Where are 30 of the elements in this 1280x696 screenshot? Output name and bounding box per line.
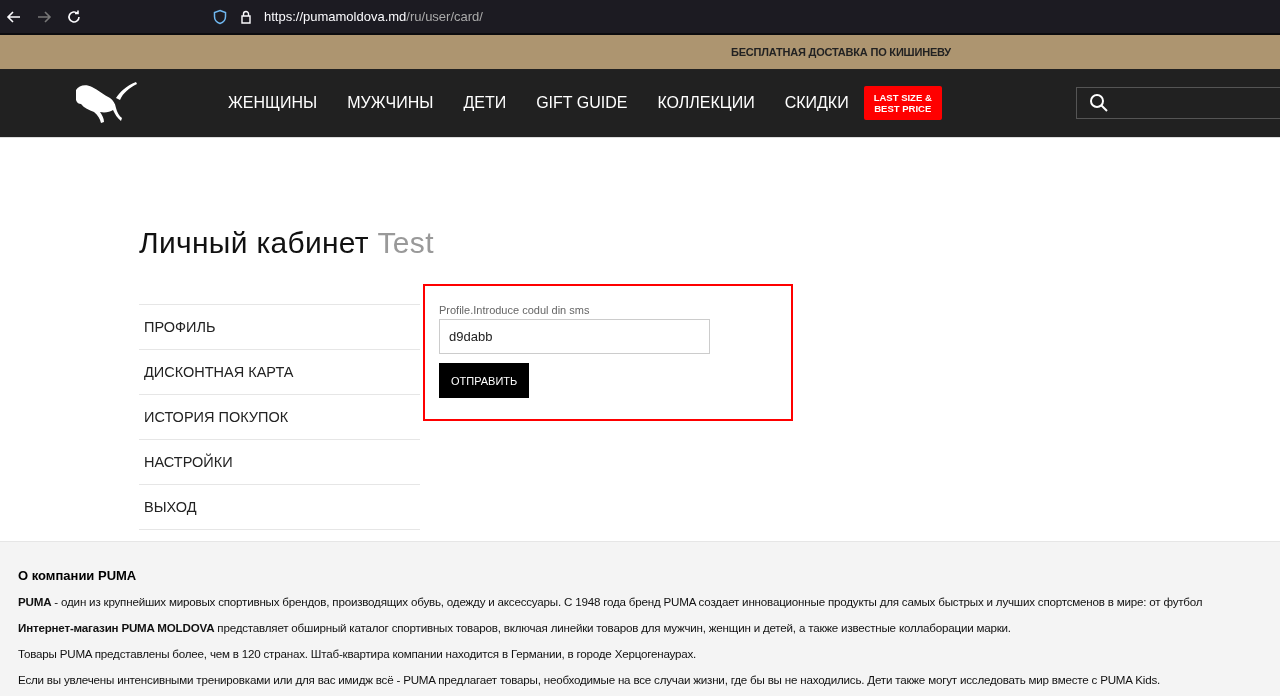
footer-paragraph: Если вы увлечены интенсивными тренировками или для вас имидж всё - PUMA предлагает товары, необходимые на все случаи жизни, где бы вы не находились. Дети также могут исследовать мир вместе с PUMA Kids.: [18, 673, 1162, 686]
footer-paragraph: Товары PUMA представлены более, чем в 120 странах. Штаб-квартира компании находится в Германии, в городе Херцогенаурах.: [18, 647, 698, 660]
nav-link[interactable]: ЖЕНЩИНЫ: [228, 94, 318, 112]
search-field[interactable]: [1076, 87, 1280, 119]
shield-icon: [212, 8, 228, 25]
sidebar-item[interactable]: ИСТОРИЯ ПОКУПОК: [139, 395, 420, 440]
sale-badge[interactable]: LAST SIZE & BEST PRICE: [863, 86, 942, 120]
sidebar-item[interactable]: ВЫХОД: [139, 485, 420, 530]
nav-link[interactable]: МУЖЧИНЫ: [347, 94, 434, 112]
lock-icon: [238, 8, 254, 25]
nav-link[interactable]: СКИДКИ: [784, 94, 849, 112]
search-icon: [1089, 93, 1109, 113]
sidebar-item[interactable]: ДИСКОНТНАЯ КАРТА: [139, 350, 420, 395]
nav-link[interactable]: КОЛЛЕКЦИИ: [657, 94, 755, 112]
back-arrow-icon[interactable]: [6, 8, 22, 25]
nav-link[interactable]: GIFT GUIDE: [536, 94, 628, 112]
footer-title: О компании PUMA: [18, 568, 138, 583]
footer-paragraph: PUMA - один из крупнейших мировых спортивных брендов, производящих обувь, одежду и аксессуары. С 1948 года бренд PUMA создает инновационные продукты для самых быстрых и лучших спортсменов в мире: от футбол: [18, 595, 1204, 608]
page-title: Личный кабинет Test: [139, 226, 435, 260]
sidebar-item[interactable]: НАСТРОЙКИ: [139, 440, 420, 485]
promo-banner-text: БЕСПЛАТНАЯ ДОСТАВКА ПО КИШИНЕВУ: [731, 46, 951, 58]
submit-button[interactable]: ОТПРАВИТЬ: [439, 363, 530, 398]
nav-link[interactable]: ДЕТИ: [463, 94, 507, 112]
reload-icon[interactable]: [66, 8, 82, 25]
sms-code-input[interactable]: d9dabb: [439, 319, 710, 354]
forward-arrow-icon[interactable]: [36, 8, 52, 25]
field-label: Profile.Introduce codul din sms: [439, 304, 591, 316]
url-text: https://pumamoldova.md/ru/user/card/: [264, 9, 483, 24]
sidebar-item[interactable]: ПРОФИЛЬ: [139, 305, 420, 350]
footer-paragraph: Интернет-магазин PUMA MOLDOVA представляет обширный каталог спортивных товаров, включая линейки товаров для мужчин, женщин и детей, а также известные коллаборации марки.: [18, 621, 1012, 634]
